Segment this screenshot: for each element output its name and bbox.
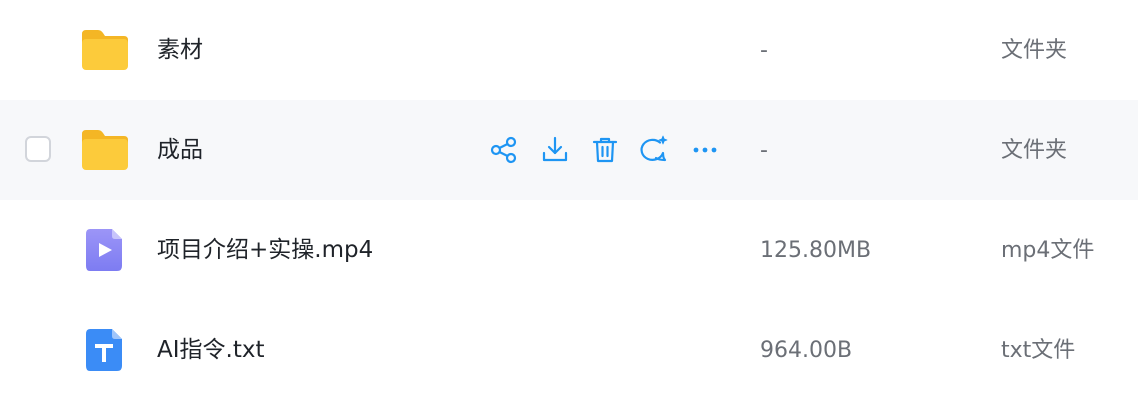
file-row[interactable]: AI指令.txt 964.00B txt文件	[0, 300, 1138, 400]
row-actions	[488, 134, 724, 166]
file-type: 文件夹	[1001, 138, 1068, 163]
file-name[interactable]: 成品	[157, 136, 203, 164]
video-file-icon	[80, 228, 130, 272]
file-row[interactable]: 成品 - 文件夹	[0, 100, 1138, 200]
more-icon[interactable]	[689, 134, 721, 166]
delete-icon[interactable]	[589, 134, 621, 166]
folder-icon	[80, 28, 130, 72]
file-size: 125.80MB	[760, 238, 872, 263]
file-name[interactable]: 项目介绍+实操.mp4	[157, 236, 373, 264]
folder-icon	[80, 128, 130, 172]
file-type: txt文件	[1001, 338, 1076, 363]
row-checkbox[interactable]	[25, 136, 51, 162]
file-type: mp4文件	[1001, 238, 1095, 263]
download-icon[interactable]	[539, 134, 571, 166]
file-row[interactable]: 项目介绍+实操.mp4 125.80MB mp4文件	[0, 200, 1138, 300]
file-name[interactable]: AI指令.txt	[157, 336, 264, 364]
text-file-icon	[80, 328, 130, 372]
file-size: -	[760, 138, 768, 163]
file-name[interactable]: 素材	[157, 36, 203, 64]
file-row[interactable]: 素材 - 文件夹	[0, 0, 1138, 100]
file-type: 文件夹	[1001, 38, 1068, 63]
ai-chat-icon[interactable]	[638, 134, 670, 166]
file-size: -	[760, 38, 768, 63]
share-icon[interactable]	[488, 134, 520, 166]
file-list: 素材 - 文件夹 成品 - 文件夹 项目介绍+实操.mp4 125.80MB m…	[0, 0, 1138, 402]
file-size: 964.00B	[760, 338, 853, 363]
